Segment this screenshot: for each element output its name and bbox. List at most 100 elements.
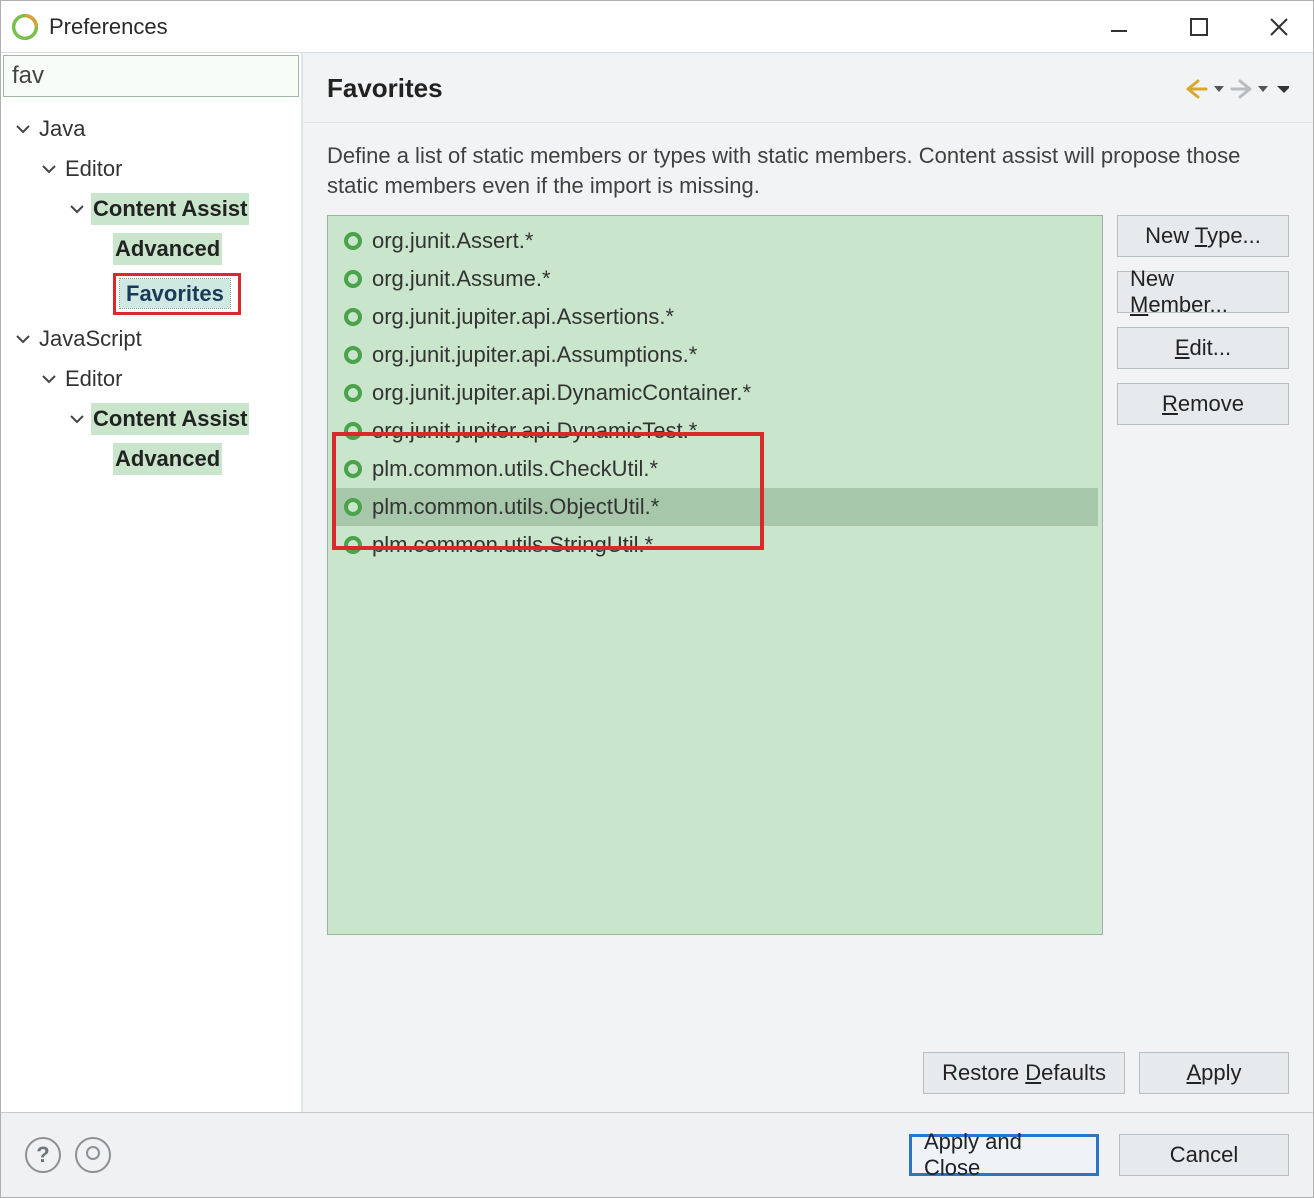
tree[interactable]: Java Editor Content Assist Advanced Favo… [1,105,301,1112]
chevron-down-icon[interactable] [13,329,33,349]
class-icon [342,458,364,480]
list-item-label: plm.common.utils.StringUtil.* [372,532,653,558]
window-title: Preferences [49,14,168,40]
apply-button[interactable]: Apply [1139,1052,1289,1094]
list-item[interactable]: plm.common.utils.StringUtil.* [332,526,1098,564]
tree-item-java-editor[interactable]: Editor [5,149,301,189]
tree-label: Java [37,113,87,145]
apply-and-close-button[interactable]: Apply and Close [909,1134,1099,1176]
page-description: Define a list of static members or types… [327,141,1289,201]
chevron-down-icon[interactable] [1257,75,1269,103]
window-controls [1095,3,1303,51]
list-item-label: org.junit.jupiter.api.Assumptions.* [372,342,697,368]
class-icon [342,306,364,328]
chevron-down-icon[interactable] [67,199,87,219]
tree-label: Favorites [113,273,241,315]
header-nav [1183,75,1289,103]
content-footer: Restore Defaults Apply [303,1038,1313,1112]
class-icon [342,534,364,556]
tree-label: Advanced [113,233,222,265]
list-item[interactable]: org.junit.jupiter.api.DynamicContainer.* [332,374,1098,412]
favorites-list[interactable]: org.junit.Assert.* org.junit.Assume.* or… [327,215,1103,935]
tree-label: Editor [63,363,124,395]
tree-item-java-advanced[interactable]: Advanced [5,229,301,269]
bottom-right: Apply and Close Cancel [909,1134,1289,1176]
button-label: Restore Defaults [942,1060,1106,1086]
button-label: Apply and Close [924,1129,1084,1181]
tree-label: Editor [63,153,124,185]
class-icon [342,382,364,404]
chevron-down-icon[interactable] [13,119,33,139]
button-label: Remove [1162,391,1244,417]
transfer-icon [84,1144,102,1167]
button-label: New Type... [1145,223,1261,249]
tree-label: Content Assist [91,403,249,435]
content-body: Define a list of static members or types… [303,123,1313,1038]
cancel-button[interactable]: Cancel [1119,1134,1289,1176]
restore-defaults-button[interactable]: Restore Defaults [923,1052,1125,1094]
list-item-label: plm.common.utils.CheckUtil.* [372,456,658,482]
app-icon [11,13,39,41]
sidebar: Java Editor Content Assist Advanced Favo… [1,53,303,1112]
edit-button[interactable]: Edit... [1117,327,1289,369]
class-icon [342,496,364,518]
help-button[interactable]: ? [25,1137,61,1173]
list-item[interactable]: plm.common.utils.CheckUtil.* [332,450,1098,488]
search-wrap [1,53,301,105]
tree-item-js-content-assist[interactable]: Content Assist [5,399,301,439]
bottom-bar: ? Apply and Close Cancel [1,1113,1313,1197]
new-member-button[interactable]: New Member... [1117,271,1289,313]
content-header: Favorites [303,53,1313,123]
view-menu-icon[interactable] [1277,75,1289,103]
tree-item-java[interactable]: Java [5,109,301,149]
list-item[interactable]: plm.common.utils.ObjectUtil.* [332,488,1098,526]
list-item-label: org.junit.Assert.* [372,228,533,254]
list-item-label: org.junit.Assume.* [372,266,551,292]
page-title: Favorites [327,73,443,104]
search-input[interactable] [3,55,299,97]
tree-item-js-advanced[interactable]: Advanced [5,439,301,479]
list-item-label: org.junit.jupiter.api.DynamicTest.* [372,418,697,444]
chevron-down-icon[interactable] [39,369,59,389]
import-export-button[interactable] [75,1137,111,1173]
list-and-buttons: org.junit.Assert.* org.junit.Assume.* or… [327,215,1289,1030]
chevron-down-icon[interactable] [67,409,87,429]
list-item-label: org.junit.jupiter.api.DynamicContainer.* [372,380,751,406]
tree-item-js-editor[interactable]: Editor [5,359,301,399]
button-label: Edit... [1175,335,1231,361]
tree-item-java-favorites[interactable]: Favorites [5,269,301,319]
main-area: Java Editor Content Assist Advanced Favo… [1,53,1313,1113]
tree-label: Content Assist [91,193,249,225]
maximize-button[interactable] [1175,3,1223,51]
side-buttons: New Type... New Member... Edit... Remove [1117,215,1289,425]
list-item[interactable]: org.junit.Assert.* [332,222,1098,260]
nav-back-icon[interactable] [1183,75,1211,103]
list-item[interactable]: org.junit.jupiter.api.DynamicTest.* [332,412,1098,450]
new-type-button[interactable]: New Type... [1117,215,1289,257]
titlebar: Preferences [1,1,1313,53]
class-icon [342,268,364,290]
help-icon: ? [36,1142,49,1168]
list-item-label: org.junit.jupiter.api.Assertions.* [372,304,674,330]
list-item[interactable]: org.junit.jupiter.api.Assertions.* [332,298,1098,336]
button-label: Apply [1186,1060,1241,1086]
list-item[interactable]: org.junit.Assume.* [332,260,1098,298]
chevron-down-icon[interactable] [1213,75,1225,103]
button-label: New Member... [1130,266,1276,318]
class-icon [342,344,364,366]
chevron-down-icon[interactable] [39,159,59,179]
tree-label: Advanced [113,443,222,475]
content-pane: Favorites Define a list [303,53,1313,1112]
button-label: Cancel [1170,1142,1238,1168]
nav-forward-icon[interactable] [1227,75,1255,103]
close-button[interactable] [1255,3,1303,51]
tree-item-js[interactable]: JavaScript [5,319,301,359]
class-icon [342,230,364,252]
list-item-label: plm.common.utils.ObjectUtil.* [372,494,659,520]
remove-button[interactable]: Remove [1117,383,1289,425]
minimize-button[interactable] [1095,3,1143,51]
list-item[interactable]: org.junit.jupiter.api.Assumptions.* [332,336,1098,374]
tree-item-java-content-assist[interactable]: Content Assist [5,189,301,229]
class-icon [342,420,364,442]
tree-label: JavaScript [37,323,144,355]
